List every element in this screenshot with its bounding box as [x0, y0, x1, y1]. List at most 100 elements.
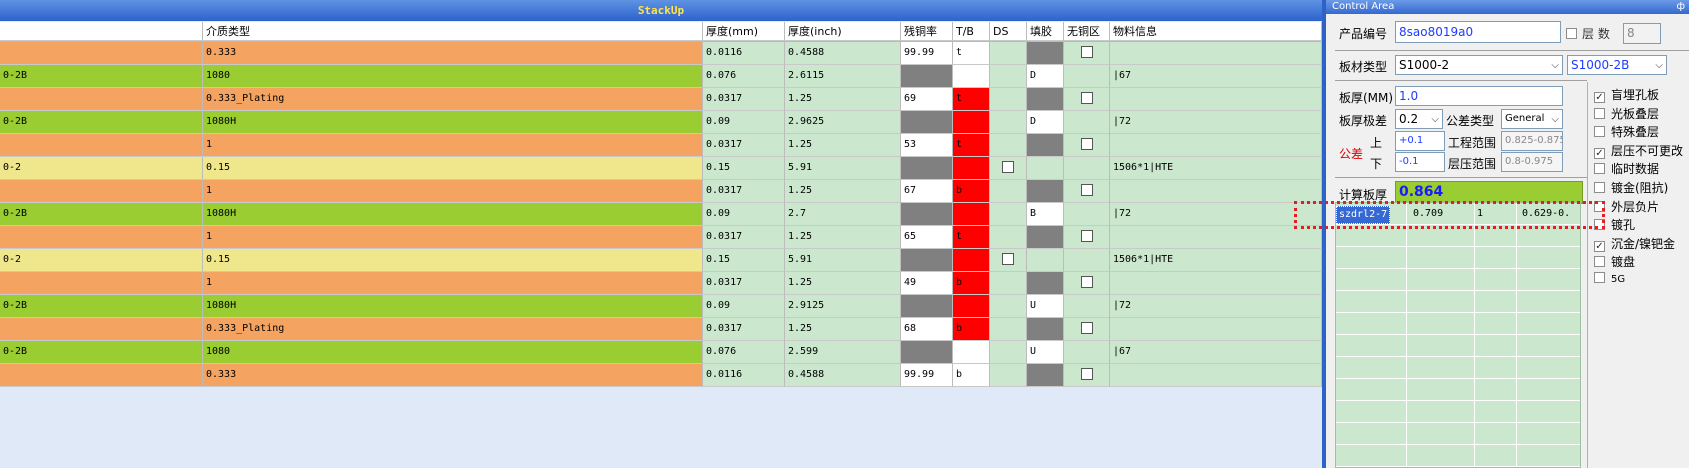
no-copper-cell[interactable]	[1064, 157, 1110, 180]
thickness-mm-cell[interactable]: 0.0317	[703, 318, 785, 341]
checked-checkbox-icon[interactable]: ✓	[1594, 240, 1605, 252]
dielectric-cell[interactable]: 1	[203, 180, 703, 203]
dielectric-cell[interactable]: 0.333	[203, 42, 703, 65]
dielectric-cell[interactable]: 1080H	[203, 111, 703, 134]
layer-name-cell[interactable]	[0, 180, 203, 203]
layer-name-cell[interactable]: 0-2	[0, 249, 203, 272]
fill-cell[interactable]	[1027, 180, 1064, 203]
ds-cell[interactable]	[990, 364, 1027, 387]
stackup-row[interactable]: 0.333_Plating 0.0317 1.25 69 t	[0, 88, 1322, 111]
thickness-mm-cell[interactable]: 0.0317	[703, 180, 785, 203]
no-copper-cell[interactable]	[1064, 203, 1110, 226]
material-info-cell[interactable]	[1110, 272, 1322, 295]
material-info-cell[interactable]: 1506*1|HTE	[1110, 249, 1322, 272]
layer-name-cell[interactable]: 0-2B	[0, 341, 203, 364]
stackup-row[interactable]: 1 0.0317 1.25 53 t	[0, 134, 1322, 157]
col-header-tb[interactable]: T/B	[953, 22, 990, 41]
thickness-inch-cell[interactable]: 2.9625	[785, 111, 901, 134]
dielectric-cell[interactable]: 1080H	[203, 295, 703, 318]
no-copper-cell[interactable]	[1064, 364, 1110, 387]
option-2[interactable]: 特殊叠层	[1594, 123, 1659, 140]
ds-cell[interactable]	[990, 180, 1027, 203]
thickness-mm-cell[interactable]: 0.15	[703, 157, 785, 180]
tb-cell[interactable]: b	[953, 364, 990, 387]
dielectric-cell[interactable]: 0.333_Plating	[203, 318, 703, 341]
stackup-row[interactable]: 0-2B 1080H 0.09 2.7 B |72	[0, 203, 1322, 226]
thickness-inch-cell[interactable]: 1.25	[785, 226, 901, 249]
layer-name-cell[interactable]	[0, 272, 203, 295]
dielectric-cell[interactable]: 0.333_Plating	[203, 88, 703, 111]
option-5[interactable]: 镀金(阻抗)	[1594, 179, 1668, 196]
layers-checkbox[interactable]	[1566, 28, 1577, 39]
tb-cell[interactable]	[953, 295, 990, 318]
tb-cell[interactable]	[953, 111, 990, 134]
lower-input[interactable]: -0.1	[1395, 152, 1445, 172]
result-list[interactable]	[1335, 202, 1581, 468]
col-header-ds[interactable]: DS	[990, 22, 1027, 41]
residual-copper-cell[interactable]: 53	[901, 134, 953, 157]
residual-copper-cell[interactable]	[901, 65, 953, 88]
tolerance-select[interactable]: 0.2 ⌵	[1395, 109, 1443, 129]
thickness-mm-cell[interactable]: 0.15	[703, 249, 785, 272]
option-10[interactable]: 5G	[1594, 272, 1625, 285]
pin-icon[interactable]: ф	[1676, 0, 1685, 14]
material-info-cell[interactable]	[1110, 88, 1322, 111]
no-copper-cell[interactable]	[1064, 65, 1110, 88]
layer-name-cell[interactable]	[0, 364, 203, 387]
material-info-cell[interactable]: |72	[1110, 203, 1322, 226]
fill-cell[interactable]: U	[1027, 295, 1064, 318]
ds-cell[interactable]	[990, 88, 1027, 111]
dielectric-cell[interactable]: 1080	[203, 65, 703, 88]
layer-name-cell[interactable]: 0-2B	[0, 65, 203, 88]
option-0[interactable]: ✓ 盲埋孔板	[1594, 86, 1659, 103]
thickness-inch-cell[interactable]: 5.91	[785, 249, 901, 272]
layer-name-cell[interactable]	[0, 226, 203, 249]
col-header-no-copper[interactable]: 无铜区	[1064, 22, 1110, 41]
tb-cell[interactable]	[953, 203, 990, 226]
ds-cell[interactable]	[990, 65, 1027, 88]
no-copper-checkbox[interactable]	[1080, 368, 1093, 380]
material-info-cell[interactable]	[1110, 42, 1322, 65]
layer-name-cell[interactable]: 0-2B	[0, 295, 203, 318]
thickness-inch-cell[interactable]: 1.25	[785, 88, 901, 111]
fill-cell[interactable]	[1027, 318, 1064, 341]
fill-cell[interactable]	[1027, 272, 1064, 295]
material-info-cell[interactable]	[1110, 180, 1322, 203]
col-header-dielectric[interactable]: 介质类型	[203, 22, 703, 41]
fill-cell[interactable]	[1027, 226, 1064, 249]
no-copper-checkbox[interactable]	[1080, 230, 1093, 242]
residual-copper-cell[interactable]	[901, 341, 953, 364]
fill-cell[interactable]: D	[1027, 111, 1064, 134]
no-copper-cell[interactable]	[1064, 134, 1110, 157]
dielectric-cell[interactable]: 0.15	[203, 249, 703, 272]
material-info-cell[interactable]: |67	[1110, 341, 1322, 364]
material-info-cell[interactable]	[1110, 134, 1322, 157]
ds-cell[interactable]	[990, 226, 1027, 249]
stackup-row[interactable]: 0.333 0.0116 0.4588 99.99 b	[0, 364, 1322, 387]
material-info-cell[interactable]: 1506*1|HTE	[1110, 157, 1322, 180]
no-copper-checkbox[interactable]	[1080, 184, 1093, 196]
dielectric-cell[interactable]: 1	[203, 134, 703, 157]
residual-copper-cell[interactable]	[901, 111, 953, 134]
tb-cell[interactable]: t	[953, 42, 990, 65]
option-9[interactable]: 镀盘	[1594, 253, 1635, 270]
stackup-row[interactable]: 0-2 0.15 0.15 5.91 1506*1|HTE	[0, 157, 1322, 180]
thickness-mm-cell[interactable]: 0.0317	[703, 88, 785, 111]
thickness-mm-cell[interactable]: 0.09	[703, 111, 785, 134]
material-select[interactable]: S1000-2 ⌵	[1395, 55, 1563, 75]
residual-copper-cell[interactable]: 67	[901, 180, 953, 203]
layer-name-cell[interactable]	[0, 134, 203, 157]
thickness-inch-cell[interactable]: 2.6115	[785, 65, 901, 88]
checkbox-icon[interactable]	[1594, 163, 1605, 175]
option-4[interactable]: 临时数据	[1594, 160, 1659, 177]
thickness-mm-cell[interactable]: 0.076	[703, 65, 785, 88]
tb-cell[interactable]: t	[953, 134, 990, 157]
checkbox-icon[interactable]	[1594, 107, 1605, 119]
dielectric-cell[interactable]: 0.333	[203, 364, 703, 387]
col-header-thickness-mm[interactable]: 厚度(mm)	[703, 22, 785, 41]
ds-cell[interactable]	[990, 203, 1027, 226]
thickness-inch-cell[interactable]: 2.7	[785, 203, 901, 226]
thickness-mm-cell[interactable]: 0.0317	[703, 134, 785, 157]
no-copper-cell[interactable]	[1064, 180, 1110, 203]
layer-name-cell[interactable]: 0-2	[0, 157, 203, 180]
